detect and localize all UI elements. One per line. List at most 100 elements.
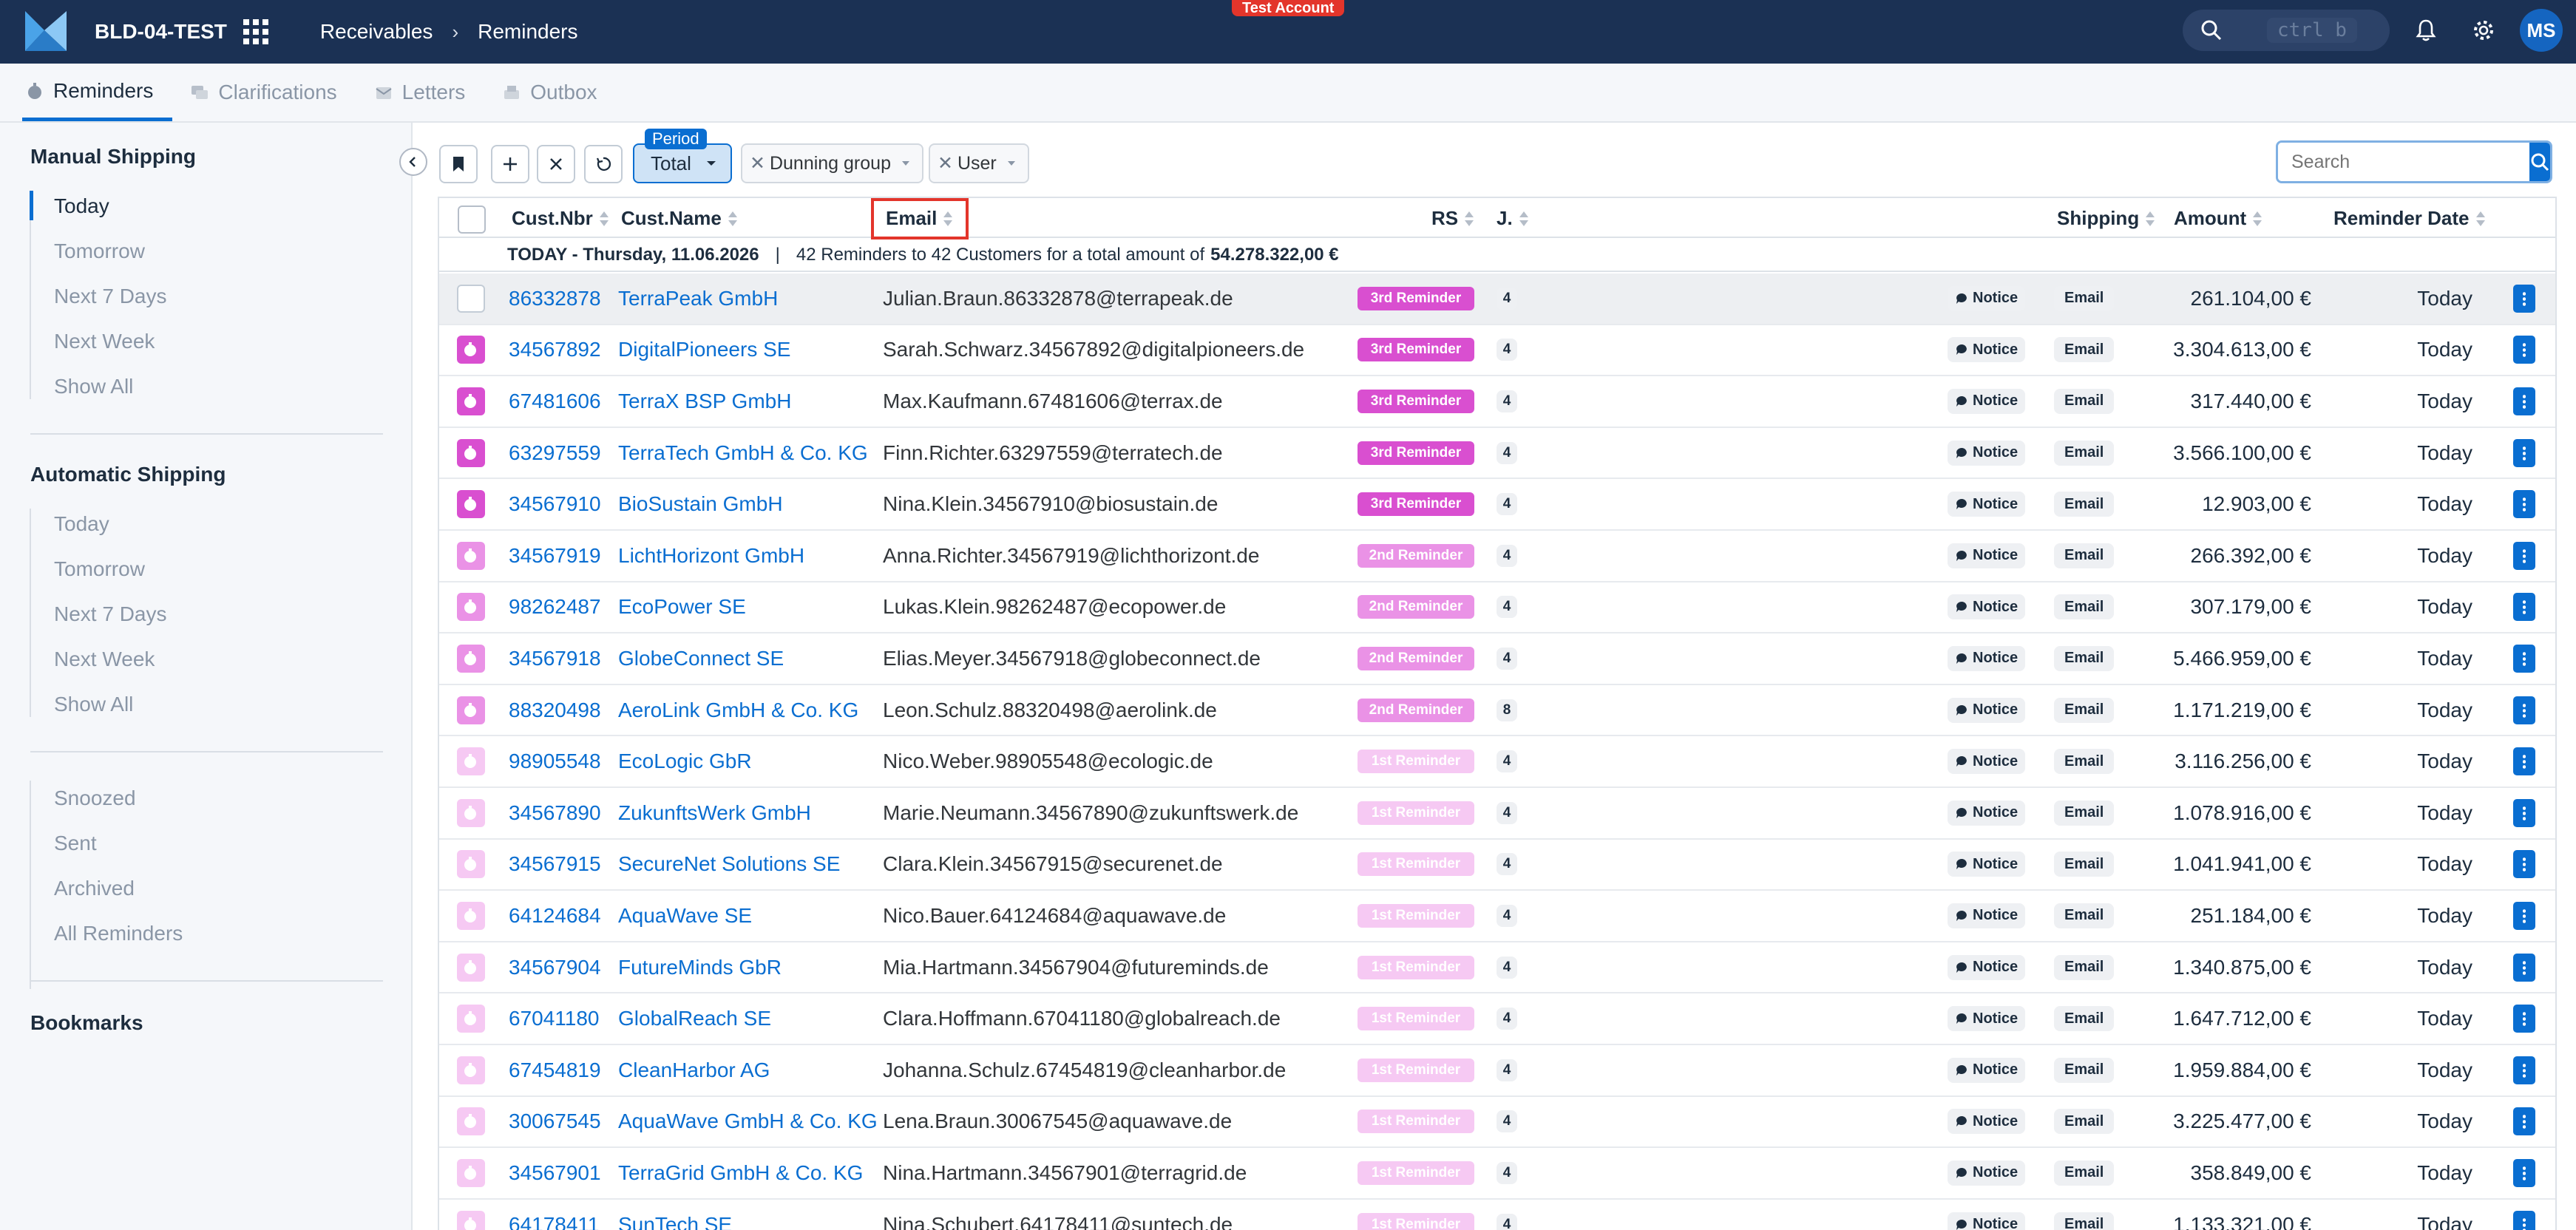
reminder-level-icon[interactable] [457,541,485,570]
cust-name-link[interactable]: FutureMinds GbR [618,956,782,979]
notice-badge[interactable]: Notice [1948,1212,2026,1230]
cust-name-link[interactable]: EcoLogic GbR [618,750,752,773]
sent[interactable]: Sent [54,832,97,855]
table-row[interactable]: 86332878 TerraPeak GmbH Julian.Braun.863… [439,273,2555,325]
email-shipping-badge[interactable]: Email [2054,543,2115,568]
row-menu-button[interactable] [2513,593,2535,622]
automatic-show-all[interactable]: Show All [54,693,133,716]
add-button[interactable] [491,145,529,183]
notice-badge[interactable]: Notice [1948,1057,2026,1083]
table-row[interactable]: 34567919 LichtHorizont GmbH Anna.Richter… [439,531,2555,582]
col-amount[interactable]: Amount [2174,207,2263,230]
reminder-level-icon[interactable] [457,1056,485,1084]
email-shipping-badge[interactable]: Email [2054,285,2115,311]
period-select[interactable]: Total [633,143,732,183]
reminder-level-icon[interactable] [457,387,485,415]
cust-name-link[interactable]: TerraPeak GmbH [618,287,778,310]
table-row[interactable]: 88320498 AeroLink GmbH & Co. KG Leon.Sch… [439,685,2555,737]
row-menu-button[interactable] [2513,1158,2535,1187]
col-shipping[interactable]: Shipping [2057,207,2155,230]
settings-button[interactable] [2462,9,2505,52]
email-shipping-badge[interactable]: Email [2054,903,2115,928]
row-menu-button[interactable] [2513,696,2535,724]
automatic-next-7-days[interactable]: Next 7 Days [54,602,167,626]
cust-nbr-link[interactable]: 34567901 [509,1161,601,1185]
row-menu-button[interactable] [2513,1005,2535,1033]
notice-badge[interactable]: Notice [1948,852,2026,877]
cust-nbr-link[interactable]: 34567890 [509,801,601,825]
reminder-level-icon[interactable] [457,747,485,776]
row-menu-button[interactable] [2513,901,2535,930]
automatic-next-week[interactable]: Next Week [54,648,155,671]
email-shipping-badge[interactable]: Email [2054,954,2115,980]
reminder-level-icon[interactable] [457,798,485,827]
notice-badge[interactable]: Notice [1948,1160,2026,1186]
row-menu-button[interactable] [2513,798,2535,827]
cust-nbr-link[interactable]: 64124684 [509,904,601,928]
email-shipping-badge[interactable]: Email [2054,697,2115,723]
table-row[interactable]: 34567915 SecureNet Solutions SE Clara.Kl… [439,840,2555,891]
cust-nbr-link[interactable]: 34567918 [509,647,601,670]
cust-nbr-link[interactable]: 86332878 [509,287,601,310]
row-menu-button[interactable] [2513,644,2535,673]
breadcrumb-receivables[interactable]: Receivables [320,20,433,44]
table-row[interactable]: 67481606 TerraX BSP GmbH Max.Kaufmann.67… [439,376,2555,428]
cust-name-link[interactable]: TerraGrid GmbH & Co. KG [618,1161,863,1185]
cust-nbr-link[interactable]: 34567915 [509,852,601,876]
cust-nbr-link[interactable]: 34567919 [509,544,601,568]
cust-name-link[interactable]: SecureNet Solutions SE [618,852,840,876]
col-j[interactable]: J. [1497,207,1529,230]
cust-nbr-link[interactable]: 67041180 [509,1007,600,1030]
col-cust-nbr[interactable]: Cust.Nbr [512,207,609,230]
reminder-level-icon[interactable] [457,1005,485,1033]
table-row[interactable]: 63297559 TerraTech GmbH & Co. KG Finn.Ri… [439,428,2555,480]
row-menu-button[interactable] [2513,953,2535,982]
cust-name-link[interactable]: GlobeConnect SE [618,647,784,670]
cust-name-link[interactable]: AquaWave GmbH & Co. KG [618,1110,878,1133]
row-menu-button[interactable] [2513,1107,2535,1136]
user-filter[interactable]: ✕ User [929,143,1029,183]
manual-show-all[interactable]: Show All [54,375,133,398]
cust-nbr-link[interactable]: 34567910 [509,492,601,516]
email-shipping-badge[interactable]: Email [2054,1006,2115,1032]
user-avatar[interactable]: MS [2520,9,2563,52]
notice-badge[interactable]: Notice [1948,388,2026,414]
cust-name-link[interactable]: LichtHorizont GmbH [618,544,804,568]
email-shipping-badge[interactable]: Email [2054,645,2115,671]
cust-name-link[interactable]: BioSustain GmbH [618,492,783,516]
cust-nbr-link[interactable]: 67454819 [509,1059,601,1082]
cust-name-link[interactable]: AquaWave SE [618,904,752,928]
reminder-level-icon[interactable] [457,850,485,879]
reminder-level-icon[interactable] [457,1107,485,1136]
system-name[interactable]: BLD-04-TEST [95,20,227,44]
table-row[interactable]: 98905548 EcoLogic GbR Nico.Weber.9890554… [439,736,2555,788]
search-input[interactable] [2278,143,2529,181]
row-menu-button[interactable] [2513,490,2535,519]
table-row[interactable]: 34567910 BioSustain GmbH Nina.Klein.3456… [439,479,2555,531]
reminder-level-icon[interactable] [457,1158,485,1187]
notice-badge[interactable]: Notice [1948,594,2026,620]
table-row[interactable]: 34567901 TerraGrid GmbH & Co. KG Nina.Ha… [439,1148,2555,1200]
email-shipping-badge[interactable]: Email [2054,749,2115,775]
reminder-level-icon[interactable] [457,901,485,930]
notice-badge[interactable]: Notice [1948,543,2026,568]
email-shipping-badge[interactable]: Email [2054,388,2115,414]
notice-badge[interactable]: Notice [1948,645,2026,671]
table-row[interactable]: 64178411 SunTech SE Nina.Schubert.641784… [439,1200,2555,1230]
notice-badge[interactable]: Notice [1948,1109,2026,1135]
all-reminders[interactable]: All Reminders [54,922,183,945]
row-menu-button[interactable] [2513,541,2535,570]
notice-badge[interactable]: Notice [1948,1006,2026,1032]
email-shipping-badge[interactable]: Email [2054,337,2115,363]
notice-badge[interactable]: Notice [1948,749,2026,775]
email-shipping-badge[interactable]: Email [2054,1160,2115,1186]
email-shipping-badge[interactable]: Email [2054,1109,2115,1135]
email-shipping-badge[interactable]: Email [2054,492,2115,517]
cust-nbr-link[interactable]: 98905548 [509,750,601,773]
tab-reminders[interactable]: Reminders [22,64,173,121]
reminder-level-icon[interactable] [457,490,485,519]
company-logo-icon[interactable] [22,8,70,55]
automatic-today[interactable]: Today [54,512,109,536]
table-row[interactable]: 34567918 GlobeConnect SE Elias.Meyer.345… [439,633,2555,685]
email-shipping-badge[interactable]: Email [2054,440,2115,466]
